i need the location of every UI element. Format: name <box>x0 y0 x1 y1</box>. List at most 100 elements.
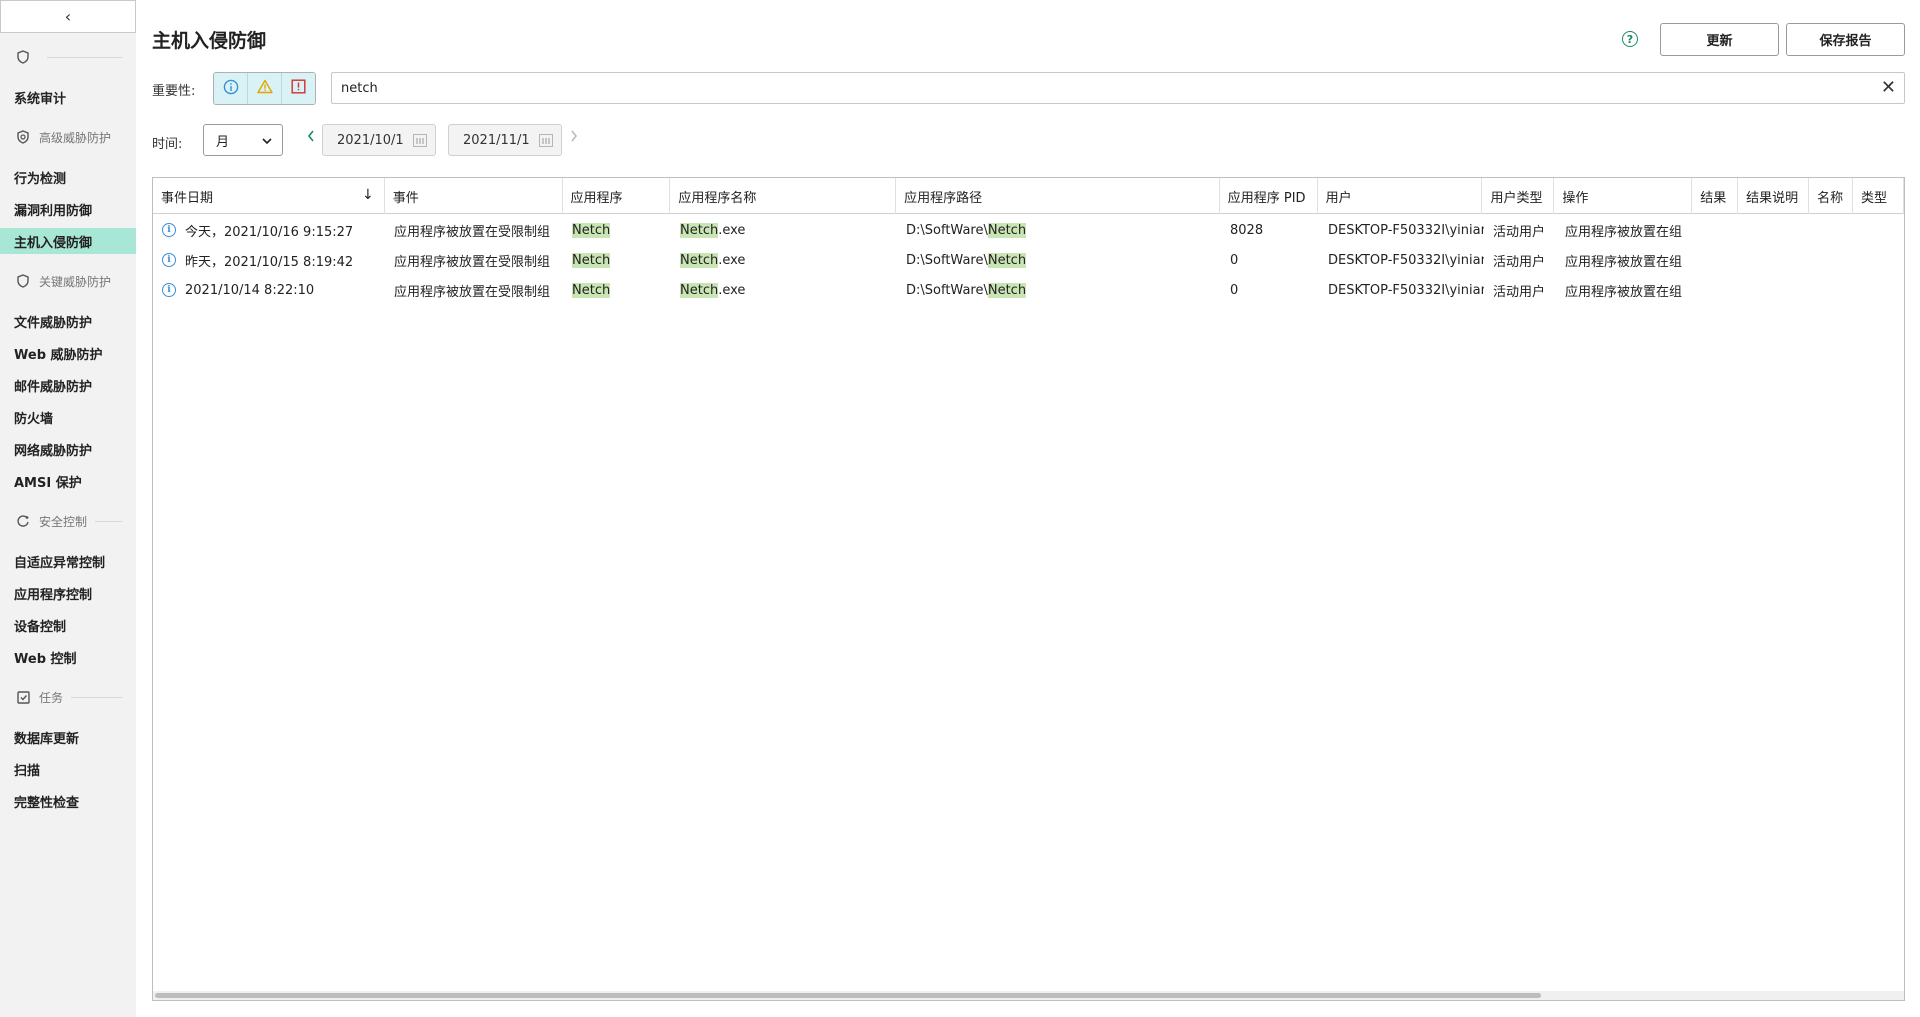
warning-icon <box>256 79 273 98</box>
sidebar-item-label: 行为检测 <box>14 171 67 187</box>
column-header-app-pid[interactable]: 应用程序 PID <box>1220 178 1318 214</box>
refresh-button[interactable]: 更新 <box>1660 23 1779 56</box>
sidebar-item-label: 网络威胁防护 <box>14 443 93 459</box>
column-label: 应用程序 PID <box>1227 190 1306 206</box>
sidebar-item-label: Web 威胁防护 <box>14 347 103 363</box>
clear-search-icon[interactable]: ✕ <box>1881 77 1896 99</box>
sidebar-item-host-intrusion-prevention[interactable]: 主机入侵防御 <box>0 228 136 254</box>
search-input[interactable] <box>332 73 1862 103</box>
events-table: 事件日期 ↓ 事件 应用程序 应用程序名称 应用程序路径 应用程序 PID 用户… <box>152 177 1905 1001</box>
date-from-value: 2021/10/1 <box>337 132 404 148</box>
cell-app-name-match: Netch <box>680 252 719 268</box>
cell-path-match: Netch <box>987 282 1027 298</box>
sidebar-item-integrity-check[interactable]: 完整性检查 <box>0 788 136 814</box>
help-icon[interactable]: ? <box>1622 31 1638 47</box>
nav-group-label: 关键威胁防护 <box>39 274 112 289</box>
severity-info-toggle[interactable] <box>214 73 248 104</box>
column-header-event[interactable]: 事件 <box>385 178 563 214</box>
chevron-down-icon <box>262 133 272 148</box>
nav-group-tasks: 任务 <box>0 681 136 713</box>
column-header-event-date[interactable]: 事件日期 ↓ <box>153 178 385 214</box>
sidebar-item-label: Web 控制 <box>14 651 77 667</box>
column-label: 应用程序路径 <box>904 190 983 206</box>
cell-event: 应用程序被放置在受限制组 <box>394 284 551 300</box>
cell-event: 应用程序被放置在受限制组 <box>394 254 551 270</box>
next-period-icon[interactable] <box>570 130 578 145</box>
info-icon <box>223 79 239 99</box>
column-header-app-name[interactable]: 应用程序名称 <box>670 178 897 214</box>
sidebar-item-web-threat[interactable]: Web 威胁防护 <box>0 340 136 366</box>
period-select[interactable]: 月 <box>203 124 283 156</box>
column-header-application[interactable]: 应用程序 <box>563 178 671 214</box>
sidebar-item-app-control[interactable]: 应用程序控制 <box>0 580 136 606</box>
sidebar-item-behavior-detection[interactable]: 行为检测 <box>0 164 136 190</box>
previous-period-icon[interactable] <box>307 130 315 145</box>
nav-group-essential-threat: 关键威胁防护 <box>0 265 136 297</box>
sidebar-item-system-audit[interactable]: 系统审计 <box>0 84 136 110</box>
column-header-name[interactable]: 名称 <box>1809 178 1854 214</box>
column-header-action[interactable]: 操作 <box>1554 178 1693 214</box>
sort-descending-icon: ↓ <box>362 187 374 203</box>
cell-action: 应用程序被放置在组 <box>1565 224 1683 240</box>
sidebar-item-label: 自适应异常控制 <box>14 555 106 571</box>
sidebar-item-label: 完整性检查 <box>14 795 80 811</box>
date-from-field[interactable]: 2021/10/1 <box>322 124 436 156</box>
sidebar-item-network-threat[interactable]: 网络威胁防护 <box>0 436 136 462</box>
table-header: 事件日期 ↓ 事件 应用程序 应用程序名称 应用程序路径 应用程序 PID 用户… <box>153 178 1904 214</box>
sidebar-item-database-update[interactable]: 数据库更新 <box>0 724 136 750</box>
column-header-app-path[interactable]: 应用程序路径 <box>896 178 1220 214</box>
horizontal-scrollbar[interactable] <box>153 991 1904 1000</box>
column-header-result[interactable]: 结果 <box>1692 178 1739 214</box>
column-header-user-type[interactable]: 用户类型 <box>1482 178 1555 214</box>
cell-user: DESKTOP-F50332I\yinian <box>1328 282 1484 298</box>
sidebar-item-firewall[interactable]: 防火墙 <box>0 404 136 430</box>
nav-group-protection <box>0 41 136 73</box>
sidebar-item-exploit-prevention[interactable]: 漏洞利用防御 <box>0 196 136 222</box>
cell-path-prefix: D:\SoftWare\ <box>906 222 988 238</box>
cell-pid: 0 <box>1230 282 1239 298</box>
column-label: 用户类型 <box>1490 190 1543 206</box>
nav-group-label: 安全控制 <box>39 514 88 529</box>
sidebar-item-mail-threat[interactable]: 邮件威胁防护 <box>0 372 136 398</box>
column-label: 事件日期 <box>161 190 214 206</box>
cell-application: Netch <box>572 252 611 268</box>
sidebar-item-amsi[interactable]: AMSI 保护 <box>0 468 136 494</box>
cell-application: Netch <box>572 222 611 238</box>
save-report-button[interactable]: 保存报告 <box>1786 23 1905 56</box>
info-icon: i <box>162 253 176 267</box>
scrollbar-thumb[interactable] <box>155 993 1541 998</box>
column-label: 事件 <box>392 190 419 206</box>
shield-icon <box>16 274 30 288</box>
sidebar-item-label: 扫描 <box>14 763 41 779</box>
collapse-sidebar-button[interactable]: ‹ <box>0 0 136 33</box>
calendar-icon <box>413 134 427 147</box>
sidebar-item-label: 系统审计 <box>14 91 67 107</box>
nav-group-label: 任务 <box>39 690 64 705</box>
severity-filter <box>213 72 316 105</box>
sidebar-item-device-control[interactable]: 设备控制 <box>0 612 136 638</box>
column-header-result-description[interactable]: 结果说明 <box>1738 178 1810 214</box>
cell-app-name-ext: .exe <box>718 282 746 298</box>
cell-user-type: 活动用户 <box>1493 284 1546 300</box>
table-row[interactable]: i 昨天，2021/10/15 8:19:42 应用程序被放置在受限制组 Netc… <box>153 245 1904 275</box>
column-label: 类型 <box>1861 190 1888 206</box>
sidebar-item-web-control[interactable]: Web 控制 <box>0 644 136 670</box>
divider <box>95 520 122 522</box>
date-to-value: 2021/11/1 <box>463 132 530 148</box>
cell-date: 2021/10/14 8:22:10 <box>185 282 315 298</box>
column-header-type[interactable]: 类型 <box>1853 178 1904 214</box>
info-icon: i <box>162 223 176 237</box>
nav-group-label: 高级威胁防护 <box>39 130 112 145</box>
sidebar-item-adaptive-anomaly[interactable]: 自适应异常控制 <box>0 548 136 574</box>
cell-pid: 8028 <box>1230 222 1264 238</box>
divider <box>47 56 122 58</box>
severity-critical-toggle[interactable] <box>282 73 315 104</box>
date-to-field[interactable]: 2021/11/1 <box>448 124 562 156</box>
column-header-user[interactable]: 用户 <box>1318 178 1483 214</box>
table-row[interactable]: i 2021/10/14 8:22:10 应用程序被放置在受限制组 Netch N… <box>153 275 1904 305</box>
nav-group-security-controls: 安全控制 <box>0 505 136 537</box>
sidebar-item-scan[interactable]: 扫描 <box>0 756 136 782</box>
sidebar-item-file-threat[interactable]: 文件威胁防护 <box>0 308 136 334</box>
severity-warning-toggle[interactable] <box>248 73 282 104</box>
table-row[interactable]: i 今天，2021/10/16 9:15:27 应用程序被放置在受限制组 Netc… <box>153 215 1904 245</box>
